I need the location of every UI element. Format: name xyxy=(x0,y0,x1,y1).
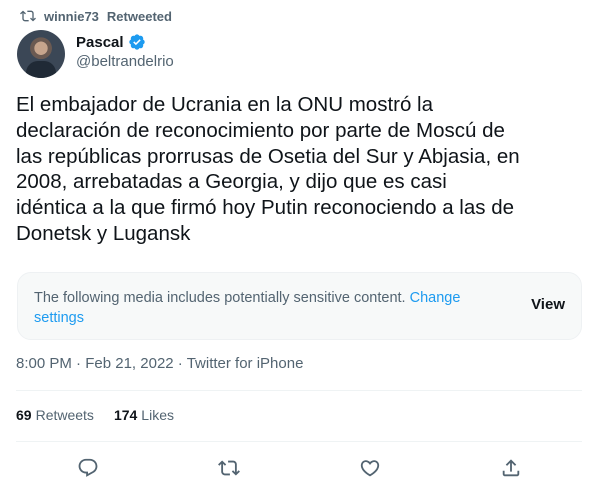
meta-separator: · xyxy=(76,355,82,372)
likes-count: 174 xyxy=(113,407,138,423)
like-button[interactable] xyxy=(359,457,381,479)
tweet-line: idéntica a la que firmó hoy Putin recono… xyxy=(16,196,515,220)
tweet-actions xyxy=(0,455,598,481)
avatar[interactable] xyxy=(17,30,65,78)
share-button[interactable] xyxy=(500,457,522,479)
tweet-time[interactable]: 8:00 PM xyxy=(16,355,72,372)
retweeter-name[interactable]: winnie73 xyxy=(44,9,99,24)
retweets-label: Retweets xyxy=(35,407,94,423)
likes-label: Likes xyxy=(141,407,174,423)
retweet-icon xyxy=(20,10,36,22)
retweets-count: 69 xyxy=(16,407,32,423)
tweet-line: El embajador de Ucrania en la ONU mostró… xyxy=(16,93,434,116)
retweet-icon xyxy=(218,460,240,476)
reply-button[interactable] xyxy=(77,457,99,479)
reply-icon xyxy=(78,458,98,477)
share-icon xyxy=(502,459,520,477)
sensitive-media-warning: The following media includes potentially… xyxy=(17,272,582,340)
tweet-stats: 69 Retweets 174 Likes xyxy=(16,407,174,423)
divider xyxy=(16,441,582,442)
tweet-line: declaración de reconocimiento por parte … xyxy=(16,118,505,142)
tweet-date[interactable]: Feb 21, 2022 xyxy=(85,355,173,372)
view-media-button[interactable]: View xyxy=(531,296,565,313)
author-display-name[interactable]: Pascal xyxy=(76,34,124,51)
author-name-row[interactable]: Pascal xyxy=(76,33,146,51)
retweet-button[interactable] xyxy=(218,457,240,479)
author-handle[interactable]: @beltrandelrio xyxy=(76,53,174,70)
retweet-context[interactable]: winnie73 Retweeted xyxy=(20,8,172,24)
tweet-line: Donetsk y Lugansk xyxy=(16,221,191,245)
retweets-stat[interactable]: 69 Retweets xyxy=(16,407,94,423)
divider xyxy=(16,390,582,391)
sensitive-message: The following media includes potentially… xyxy=(34,290,406,306)
tweet-line: las repúblicas prorrusas de Osetia del S… xyxy=(16,144,520,168)
tweet-text: El embajador de Ucrania en la ONU mostró… xyxy=(16,92,586,247)
tweet-source[interactable]: Twitter for iPhone xyxy=(187,355,304,372)
verified-badge-icon xyxy=(128,34,145,50)
like-icon xyxy=(360,460,380,477)
tweet-metadata: 8:00 PM · Feb 21, 2022 · Twitter for iPh… xyxy=(16,355,303,372)
retweet-label: Retweeted xyxy=(106,8,172,24)
likes-stat[interactable]: 174 Likes xyxy=(114,407,174,423)
tweet-line: 2008, arrebatadas a Georgia, y dijo que … xyxy=(16,170,447,194)
meta-separator: · xyxy=(177,355,183,372)
sensitive-media-text: The following media includes potentially… xyxy=(34,288,489,328)
